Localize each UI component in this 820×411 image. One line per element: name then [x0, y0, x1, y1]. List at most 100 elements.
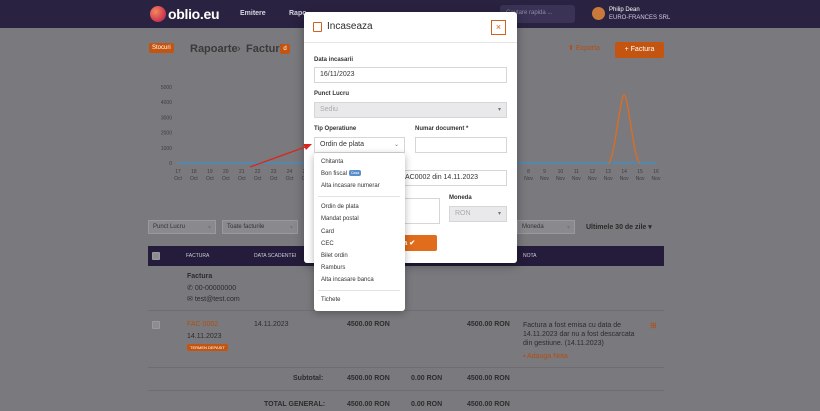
invoice-total: 4500.00 RON: [347, 321, 390, 328]
option-chitanta[interactable]: Chitanta: [321, 159, 343, 165]
invoice-number[interactable]: FAC 0002: [187, 321, 218, 328]
nav-emitere[interactable]: Emitere: [240, 10, 266, 17]
chevron-down-icon: ▾: [566, 225, 570, 231]
user-name[interactable]: Philip Dean: [609, 7, 640, 13]
numar-document-input[interactable]: [415, 137, 507, 153]
option-ordin-de-plata[interactable]: Ordin de plata: [321, 204, 359, 210]
option-cec[interactable]: CEC: [321, 241, 334, 247]
x-tick-label: Nov: [620, 176, 629, 182]
interval-label: Ultimele 30 de zile: [586, 224, 647, 231]
amount-input[interactable]: [400, 198, 440, 224]
select-all-checkbox[interactable]: [152, 252, 160, 260]
x-tick-label: 18: [191, 169, 197, 175]
chevron-down-icon: ⌄: [393, 142, 399, 148]
modal-divider: [304, 42, 517, 43]
filter-toate-facturile-label: Toate facturile: [227, 224, 265, 230]
row-divider: [148, 310, 664, 311]
option-bon-fiscal-label: Bon fiscal: [321, 171, 348, 177]
chevron-down-icon: ▾: [289, 225, 293, 231]
user-company: EURO-FRANCES SRL: [609, 15, 671, 21]
row-divider: [148, 367, 664, 368]
y-tick-label: 0: [169, 161, 172, 167]
option-tichete[interactable]: Tichete: [321, 297, 340, 303]
x-tick-label: 9: [543, 169, 546, 175]
x-tick-label: 15: [637, 169, 643, 175]
tip-operatiune-value: Ordin de plata: [320, 141, 364, 148]
y-tick-label: 1000: [161, 146, 172, 152]
breadcrumb-rapoarte[interactable]: Rapoarte: [190, 43, 238, 55]
x-tick-label: Nov: [540, 176, 549, 182]
x-tick-label: 11: [574, 169, 579, 175]
x-tick-label: 17: [175, 169, 181, 175]
row-checkbox[interactable]: [152, 321, 160, 329]
option-bilet-ordin[interactable]: Bilet ordin: [321, 253, 348, 259]
status-badge: TERMEN DEPASIT: [187, 344, 228, 351]
x-tick-label: Oct: [222, 176, 230, 182]
option-alta-incasare-numerar[interactable]: Alta incasare numerar: [321, 183, 380, 189]
export-button[interactable]: ⬆ Exporta: [568, 44, 600, 52]
series-peak: [607, 93, 641, 164]
x-tick-label: Nov: [572, 176, 581, 182]
punct-lucru-label: Punct Lucru: [314, 91, 350, 97]
x-tick-label: Nov: [604, 176, 613, 182]
chevron-down-icon: ▾: [497, 107, 501, 113]
th-data-scadentei: DATA SCADENTEI: [254, 253, 297, 259]
x-tick-label: 20: [223, 169, 229, 175]
breadcrumb-facturi: Facturi: [246, 43, 283, 55]
client-email[interactable]: ✉ test@test.com: [187, 295, 240, 303]
subtotal-total: 4500.00 RON: [347, 375, 390, 382]
filter-toate-facturile[interactable]: Toate facturile ▾: [222, 220, 298, 234]
x-tick-label: Nov: [556, 176, 565, 182]
y-tick-label: 5000: [161, 85, 172, 91]
subtotal-paid: 0.00 RON: [411, 375, 443, 382]
subtotal-rest: 4500.00 RON: [467, 375, 510, 382]
invoice-note: Factura a fost emisa cu data de 14.11.20…: [523, 322, 635, 347]
option-alta-incasare-banca[interactable]: Alta incasare banca: [321, 277, 374, 283]
chevron-down-icon: ▾: [497, 211, 501, 217]
x-tick-label: Nov: [524, 176, 533, 182]
client-phone: ✆ 00-00000000: [187, 284, 236, 292]
tip-operatiune-label: Tip Operatiune: [314, 126, 357, 132]
th-nota: NOTA: [523, 253, 537, 259]
tip-operatiune-select[interactable]: Ordin de plata ⌄: [314, 137, 405, 153]
chevron-down-icon: ▾: [207, 225, 211, 231]
option-ramburs[interactable]: Ramburs: [321, 265, 345, 271]
avatar[interactable]: [592, 7, 605, 20]
x-tick-label: Oct: [206, 176, 214, 182]
add-note-link[interactable]: ▪ Adauga Nota: [523, 353, 568, 360]
expand-icon[interactable]: ⊞: [650, 321, 657, 330]
y-tick-label: 3000: [161, 115, 172, 121]
add-note-label: Adauga Nota: [527, 353, 568, 360]
x-tick-label: Nov: [636, 176, 645, 182]
invoice-date: 14.11.2023: [187, 333, 222, 340]
new-invoice-button[interactable]: + Factura: [615, 42, 664, 58]
option-mandat-postal[interactable]: Mandat postal: [321, 216, 359, 222]
filter-punct-lucru[interactable]: Punct Lucru ▾: [148, 220, 216, 234]
data-incasarii-input[interactable]: 16/11/2023: [314, 67, 507, 83]
grand-total-total: 4500.00 RON: [347, 401, 390, 408]
logo-text[interactable]: oblio.eu: [168, 6, 220, 22]
invoice-due: 14.11.2023: [254, 321, 289, 328]
y-tick-label: 2000: [161, 131, 172, 137]
dropdown-divider: [318, 290, 400, 291]
x-tick-label: Oct: [174, 176, 182, 182]
interval-select[interactable]: Ultimele 30 de zile ▾: [586, 223, 652, 231]
x-tick-label: Oct: [190, 176, 198, 182]
x-tick-label: 13: [605, 169, 611, 175]
check-icon: ✔: [409, 240, 416, 247]
filter-punct-lucru-label: Punct Lucru: [153, 224, 186, 230]
export-label: Exporta: [575, 45, 600, 52]
client-title: Factura: [187, 273, 213, 280]
option-card[interactable]: Card: [321, 229, 334, 235]
close-button[interactable]: ×: [491, 20, 506, 35]
breadcrumb-home[interactable]: Stocuri: [149, 43, 174, 53]
oblio-logo-icon[interactable]: [150, 6, 166, 22]
x-tick-label: 8: [527, 169, 530, 175]
x-tick-label: Oct: [254, 176, 262, 182]
option-bon-fiscal[interactable]: Bon fiscal Casa: [321, 170, 362, 177]
numar-document-label: Numar document *: [415, 126, 469, 132]
filter-moneda[interactable]: Moneda ▾: [517, 220, 575, 234]
description-input[interactable]: AC0002 din 14.11.2023: [400, 170, 507, 186]
punct-lucru-value: Sediu: [320, 106, 338, 113]
receipt-icon: [313, 22, 322, 32]
